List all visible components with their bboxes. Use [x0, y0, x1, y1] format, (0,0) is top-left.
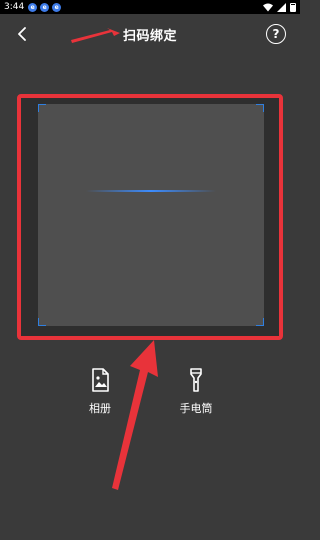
battery-icon [290, 2, 296, 12]
question-mark-icon: ? [272, 27, 280, 41]
image-file-icon [92, 368, 109, 392]
wifi-icon [263, 3, 273, 11]
album-label: 相册 [89, 402, 111, 415]
back-button[interactable] [12, 24, 32, 44]
scan-corner-marker [38, 318, 46, 326]
scan-line [86, 190, 216, 192]
chevron-left-icon [18, 27, 26, 41]
signal-icon [277, 2, 286, 12]
app-notification-icon: e [52, 2, 62, 12]
flashlight-button[interactable]: 手电筒 [166, 368, 226, 420]
status-indicators [263, 2, 296, 12]
app-notification-icon: e [40, 2, 50, 12]
flashlight-label: 手电筒 [179, 402, 213, 415]
album-button[interactable]: 相册 [70, 368, 130, 420]
page-title: 扫码绑定 [122, 28, 177, 44]
status-bar: 3:44 e e e [0, 0, 300, 14]
scan-corner-marker [38, 104, 46, 112]
scanner-viewport [38, 104, 264, 326]
header: 扫码绑定 ? [0, 14, 300, 54]
help-button[interactable]: ? [266, 24, 286, 44]
scan-corner-marker [256, 318, 264, 326]
scan-corner-marker [256, 104, 264, 112]
app-notification-icon: e [28, 2, 38, 12]
status-time: 3:44 [4, 2, 25, 12]
flashlight-icon [190, 368, 202, 392]
